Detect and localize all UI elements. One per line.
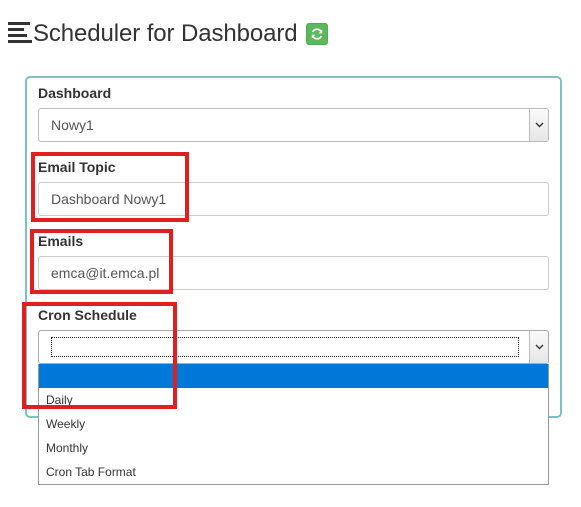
dashboard-select-value: Nowy1 (51, 117, 94, 133)
cron-schedule-dropdown: Daily Weekly Monthly Cron Tab Format (38, 364, 549, 485)
page-header: Scheduler for Dashboard (8, 18, 328, 50)
email-topic-label: Email Topic (38, 159, 116, 175)
cron-option-monthly[interactable]: Monthly (39, 436, 548, 460)
dashboard-label: Dashboard (38, 85, 112, 101)
cron-schedule-focus-ring (51, 337, 519, 357)
refresh-button[interactable] (305, 23, 328, 45)
dashboard-select-arrow[interactable] (529, 109, 548, 141)
cron-schedule-select[interactable] (38, 330, 549, 364)
cron-option-weekly[interactable]: Weekly (39, 412, 548, 436)
cron-schedule-label: Cron Schedule (38, 307, 137, 323)
chevron-down-icon (535, 122, 543, 128)
cron-option-empty[interactable] (39, 364, 548, 388)
chevron-down-icon (535, 344, 543, 350)
refresh-icon (311, 28, 322, 40)
cron-schedule-select-arrow[interactable] (529, 331, 548, 363)
email-topic-input[interactable]: Dashboard Nowy1 (38, 182, 549, 216)
emails-label: Emails (38, 233, 84, 249)
page-title: Scheduler for Dashboard (33, 20, 298, 47)
list-icon (8, 22, 32, 44)
emails-input[interactable]: emca@it.emca.pl (38, 256, 549, 290)
cron-option-daily[interactable]: Daily (39, 388, 548, 412)
cron-option-crontab-format[interactable]: Cron Tab Format (39, 460, 548, 484)
dashboard-select[interactable]: Nowy1 (38, 108, 549, 142)
